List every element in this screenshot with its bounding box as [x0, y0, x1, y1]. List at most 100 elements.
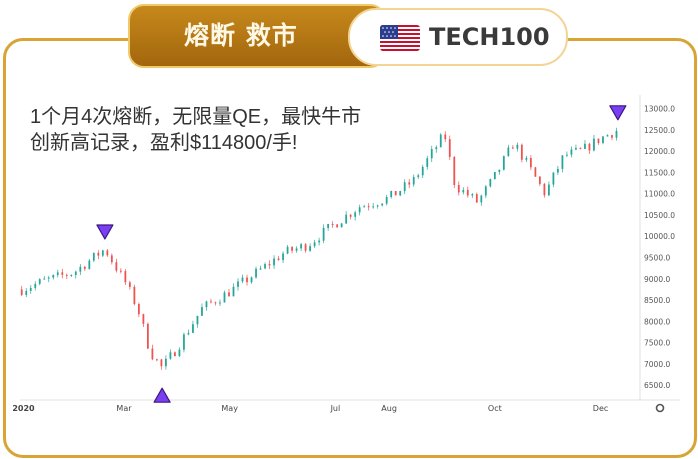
candle-body — [417, 175, 420, 178]
candle-body — [286, 246, 289, 254]
ticker-label: TECH100 — [429, 23, 550, 51]
candle-body — [588, 143, 591, 151]
candle-body — [493, 171, 496, 180]
candle-body — [412, 177, 415, 185]
candle-body — [174, 352, 176, 357]
candle-body — [165, 358, 167, 367]
candle-body — [547, 184, 550, 196]
candle-body — [322, 227, 325, 241]
candle-body — [385, 196, 388, 204]
candle-body — [106, 250, 109, 256]
candle-body — [237, 281, 239, 287]
gear-icon[interactable] — [655, 403, 665, 413]
x-tick-label: May — [221, 404, 238, 413]
candle-body — [83, 266, 86, 269]
candle-body — [115, 262, 118, 271]
candle-body — [205, 301, 208, 308]
y-tick-label: 10000.0 — [644, 232, 675, 241]
candle-body — [475, 194, 478, 203]
candle-body — [426, 158, 429, 167]
y-tick-label: 11500.0 — [644, 168, 675, 177]
candle-body — [390, 190, 393, 197]
candle-body — [110, 255, 113, 263]
candle-body — [457, 184, 460, 193]
candle-body — [602, 136, 604, 144]
candle-body — [74, 271, 77, 275]
candle-body — [43, 278, 46, 280]
candle-body — [340, 223, 343, 228]
candle-body — [92, 252, 95, 261]
candle-body — [156, 359, 158, 361]
candle-body — [575, 147, 577, 150]
y-tick-label: 7500.0 — [644, 339, 670, 348]
candle-body — [597, 138, 600, 144]
candle-body — [507, 147, 510, 157]
candle-body — [268, 264, 271, 266]
y-tick-label: 9000.0 — [644, 275, 670, 284]
candle-body — [232, 286, 235, 297]
down-triangle-marker — [609, 105, 627, 121]
candle-body — [101, 250, 104, 256]
candle-body — [273, 258, 275, 266]
candle-body — [178, 349, 181, 357]
candle-body — [579, 147, 582, 149]
candle-body — [128, 282, 131, 287]
y-tick-label: 8500.0 — [644, 296, 670, 305]
candle-body — [408, 182, 411, 185]
candle-body — [250, 277, 253, 283]
candle-body — [376, 205, 379, 207]
candle-body — [394, 190, 397, 196]
candle-body — [196, 315, 199, 325]
candle-body — [79, 266, 82, 272]
candle-body — [489, 179, 492, 187]
candle-body — [52, 274, 55, 278]
ticker-badge: TECH100 — [348, 8, 568, 66]
candle-body — [29, 287, 32, 291]
candle-body — [354, 212, 357, 217]
candle-body — [291, 246, 293, 251]
y-tick-label: 10500.0 — [644, 211, 675, 220]
candle-body — [246, 277, 248, 283]
candle-body — [38, 279, 41, 284]
candle-body — [241, 277, 244, 282]
candle-body — [543, 183, 546, 196]
candle-body — [584, 143, 586, 149]
candle-body — [606, 135, 609, 137]
candle-body — [124, 271, 127, 283]
candle-body — [520, 144, 523, 160]
candle-body — [381, 203, 384, 206]
candle-body — [516, 144, 519, 149]
candle-body — [192, 324, 194, 333]
candle-body — [169, 352, 172, 359]
price-chart: 13000.0 12500.0 12000.0 11500.0 11000.0 10500… — [12, 95, 680, 413]
candle-body — [502, 156, 505, 170]
candle-body — [183, 334, 185, 350]
candle-body — [282, 253, 284, 261]
candle-body — [133, 286, 136, 305]
headline-line-1: 1个月4次熔断，无限量QE，最快牛市 — [30, 106, 362, 128]
down-triangle-marker — [96, 224, 114, 240]
candle-body — [453, 156, 456, 185]
candle-body — [277, 258, 280, 261]
y-tick-label: 11000.0 — [644, 190, 675, 199]
title-badge-label: 熔断 救市 — [184, 21, 298, 50]
candle-body — [201, 307, 203, 316]
y-tick-label: 9500.0 — [644, 254, 670, 263]
candle-body — [336, 224, 339, 228]
candle-body — [403, 182, 406, 192]
candle-body — [119, 270, 122, 272]
candle-body — [295, 248, 298, 251]
candle-body — [65, 274, 68, 276]
candle-body — [611, 135, 613, 138]
x-tick-label: Jul — [330, 404, 341, 413]
candle-body — [259, 268, 262, 270]
candle-body — [137, 304, 140, 315]
candle-body — [228, 292, 230, 297]
candle-body — [511, 147, 514, 149]
candle-body — [34, 283, 37, 288]
candle-body — [358, 207, 361, 213]
candle-body — [561, 155, 564, 169]
candle-body — [151, 348, 154, 360]
candle-body — [498, 169, 501, 172]
y-tick-label: 7000.0 — [644, 360, 670, 369]
